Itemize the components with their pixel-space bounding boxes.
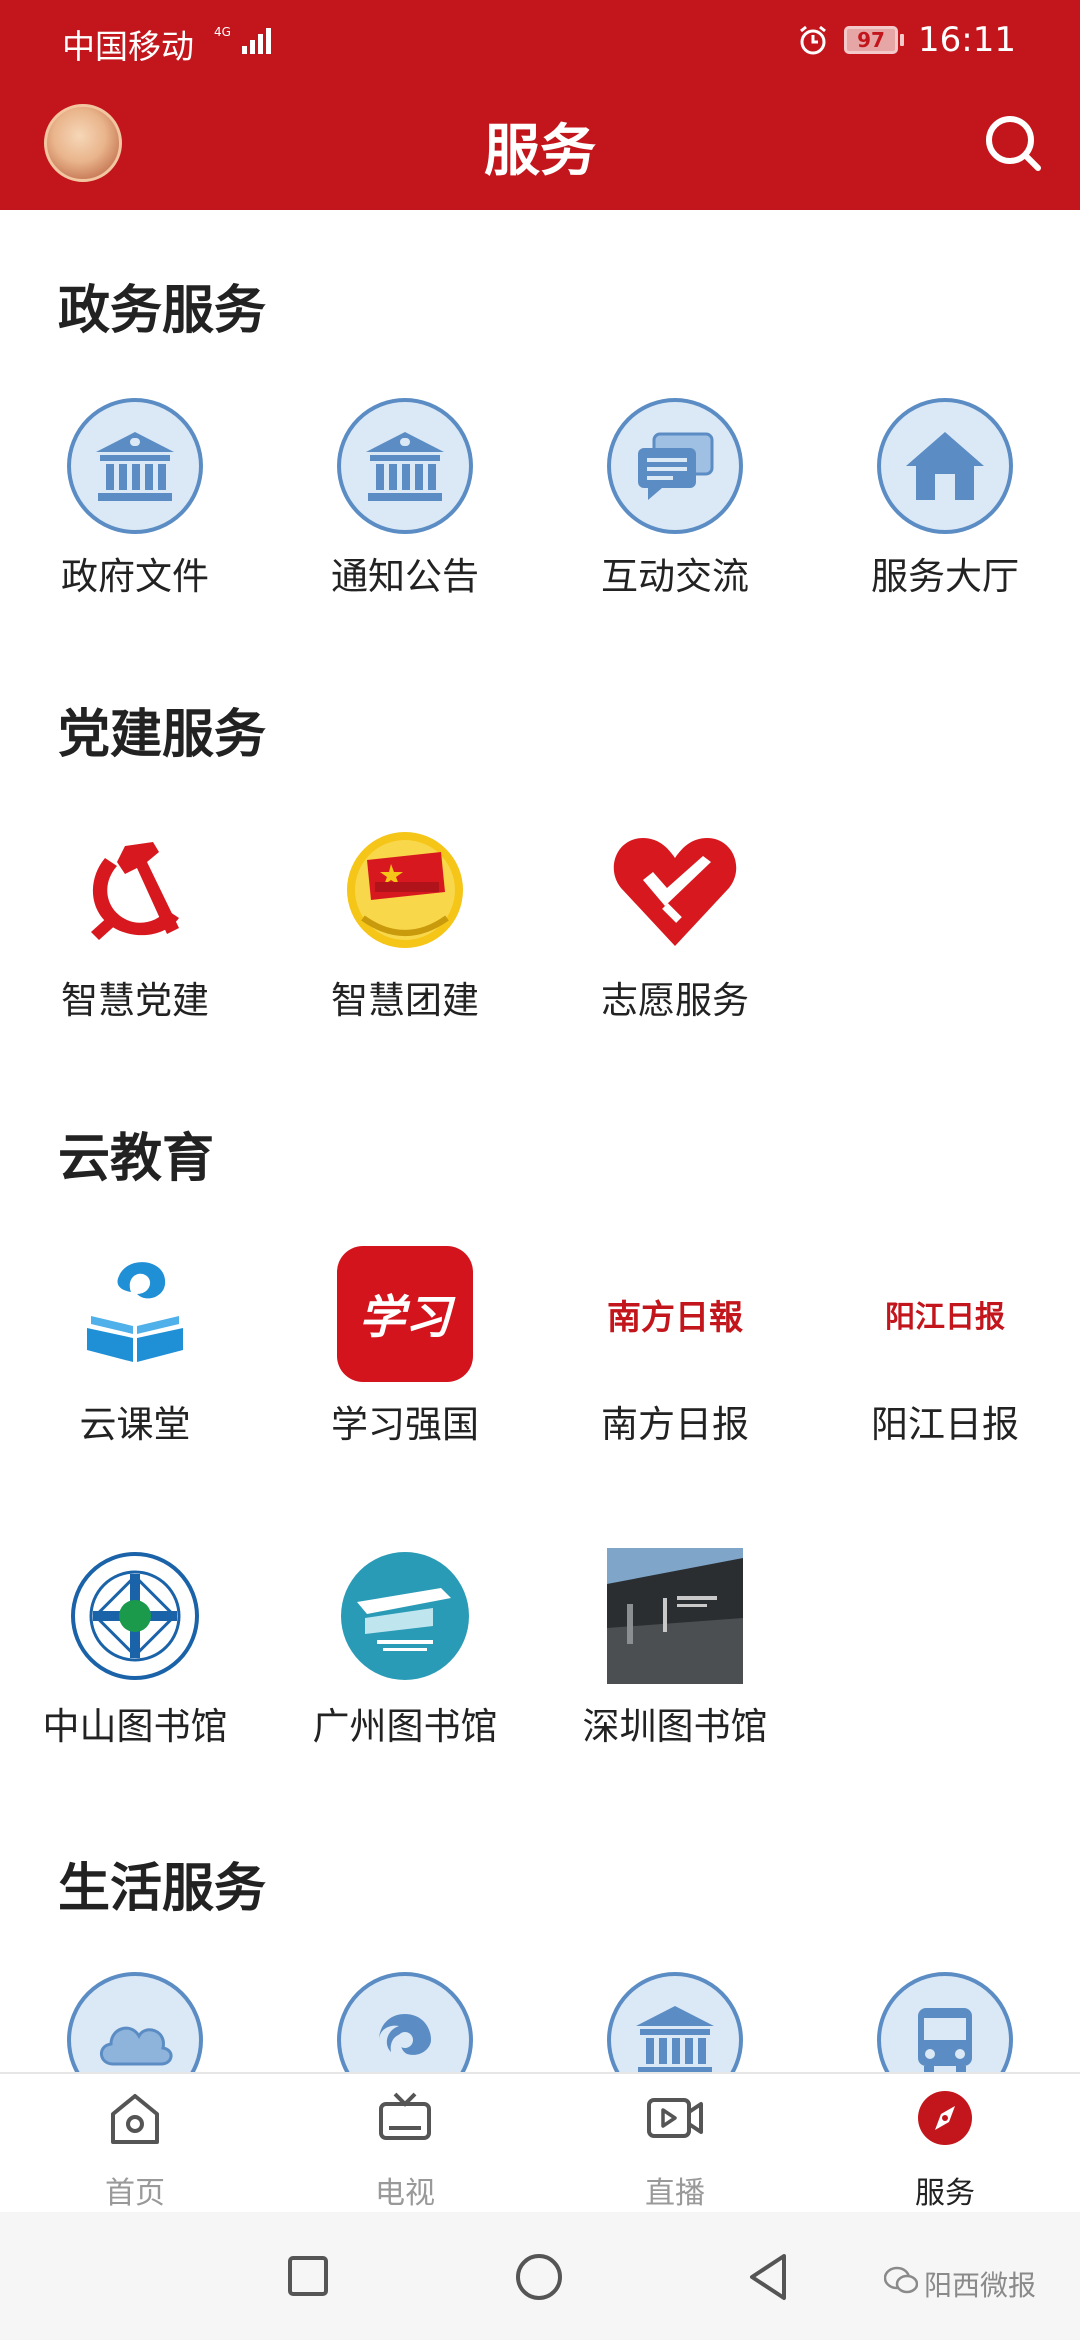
- service-gov-docs[interactable]: 政府文件: [0, 398, 270, 618]
- government-building-icon: [67, 398, 203, 534]
- service-label: 广州图书馆: [312, 1705, 498, 1748]
- typhoon-icon: [337, 1972, 473, 2072]
- service-notices[interactable]: 通知公告: [270, 398, 540, 618]
- nav-label: 首页: [105, 2176, 165, 2211]
- xuexi-logo-text: 学习: [359, 1290, 451, 1344]
- service-yangjiang-daily[interactable]: 阳江日报 阳江日报: [810, 1246, 1080, 1466]
- service-label: 智慧党建: [61, 979, 209, 1022]
- youth-league-emblem-icon: [347, 832, 463, 948]
- xuexi-app-icon: 学习: [337, 1246, 473, 1382]
- service-label: 志愿服务: [601, 979, 749, 1022]
- battery-icon: 97: [844, 26, 905, 54]
- service-label: 互动交流: [601, 555, 749, 598]
- compass-icon: [918, 2091, 972, 2145]
- section-title-life: 生活服务: [58, 1859, 267, 1919]
- watermark: 阳西微报: [924, 2269, 1037, 2302]
- status-right: 97 16:11: [796, 18, 1016, 62]
- app-header: 中国移动 4G 97 16:11 服务: [0, 0, 1080, 210]
- government-building-icon: [337, 398, 473, 534]
- section-title-cloud-edu: 云教育: [58, 1129, 215, 1189]
- nav-label: 服务: [915, 2176, 975, 2211]
- system-nav-bar: 阳西微报: [0, 2212, 1080, 2340]
- service-label: 学习强国: [331, 1403, 479, 1446]
- service-label: 政府文件: [61, 555, 209, 598]
- home-icon: [877, 398, 1013, 534]
- service-xuexi[interactable]: 学习 学习强国: [270, 1246, 540, 1466]
- heart-hand-icon: [613, 838, 737, 946]
- service-hall[interactable]: 服务大厅: [810, 398, 1080, 618]
- service-label: 服务大厅: [871, 555, 1019, 598]
- home-circle-icon[interactable]: [514, 2252, 564, 2302]
- government-building-icon: [607, 1972, 743, 2072]
- service-label: 智慧团建: [331, 979, 479, 1022]
- service-weather[interactable]: [0, 1972, 270, 2072]
- page-title: 服务: [484, 119, 596, 184]
- service-label: 通知公告: [331, 555, 479, 598]
- service-typhoon[interactable]: [270, 1972, 540, 2072]
- status-time: 16:11: [918, 20, 1016, 60]
- tv-icon: [379, 2092, 431, 2140]
- service-cloud-class[interactable]: 云课堂: [0, 1246, 270, 1466]
- chat-bubbles-icon: [607, 398, 743, 534]
- network-type: 4G: [214, 25, 231, 39]
- nav-service[interactable]: 服务: [810, 2088, 1080, 2211]
- nav-home[interactable]: 首页: [0, 2088, 270, 2211]
- service-volunteer[interactable]: 志愿服务: [540, 822, 810, 1042]
- service-label: 云课堂: [79, 1403, 191, 1446]
- alarm-icon: [800, 25, 826, 55]
- service-label: 中山图书馆: [42, 1705, 228, 1748]
- service-smart-party[interactable]: 智慧党建: [0, 822, 270, 1042]
- back-icon[interactable]: [746, 2252, 790, 2302]
- yangjiang-logo-text: 阳江日报: [885, 1300, 1005, 1335]
- service-nanfang-daily[interactable]: 南方日報 南方日报: [540, 1246, 810, 1466]
- nav-label: 直播: [645, 2176, 705, 2211]
- open-book-cloud-icon: [87, 1262, 183, 1362]
- service-label: 深圳图书馆: [582, 1705, 768, 1748]
- battery-level: 97: [844, 26, 899, 54]
- yangjiang-daily-logo: 阳江日报: [877, 1246, 1013, 1382]
- section-title-gov: 政务服务: [58, 281, 267, 341]
- service-affairs[interactable]: [540, 1972, 810, 2072]
- service-guangzhou-library[interactable]: 广州图书馆: [270, 1548, 540, 1768]
- service-smart-league[interactable]: 智慧团建: [270, 822, 540, 1042]
- service-zhongshan-library[interactable]: 中山图书馆: [0, 1548, 270, 1768]
- signal-icon: 4G: [214, 25, 271, 54]
- nav-live[interactable]: 直播: [540, 2088, 810, 2211]
- guangzhou-library-logo-icon: [341, 1552, 469, 1680]
- nav-tv[interactable]: 电视: [270, 2088, 540, 2211]
- nav-label: 电视: [375, 2176, 435, 2211]
- nanfang-daily-logo: 南方日報: [607, 1246, 743, 1382]
- cloud-icon: [67, 1972, 203, 2072]
- zhongshan-library-emblem-icon: [71, 1552, 199, 1680]
- service-shenzhen-library[interactable]: 深圳图书馆: [540, 1548, 810, 1768]
- wechat-icon: [884, 2266, 918, 2294]
- service-label: 南方日报: [601, 1403, 749, 1446]
- nanfang-logo-text: 南方日報: [607, 1297, 743, 1338]
- search-icon[interactable]: [982, 112, 1044, 174]
- shenzhen-library-photo: [607, 1548, 743, 1684]
- status-carrier: 中国移动: [62, 27, 194, 66]
- live-video-icon: [647, 2098, 703, 2138]
- service-bus[interactable]: [810, 1972, 1080, 2072]
- bus-icon: [877, 1972, 1013, 2072]
- home-icon: [111, 2094, 159, 2144]
- service-interaction[interactable]: 互动交流: [540, 398, 810, 618]
- hammer-sickle-icon: [91, 842, 179, 940]
- recents-icon[interactable]: [286, 2254, 330, 2298]
- section-title-party: 党建服务: [58, 705, 267, 765]
- service-label: 阳江日报: [871, 1403, 1019, 1446]
